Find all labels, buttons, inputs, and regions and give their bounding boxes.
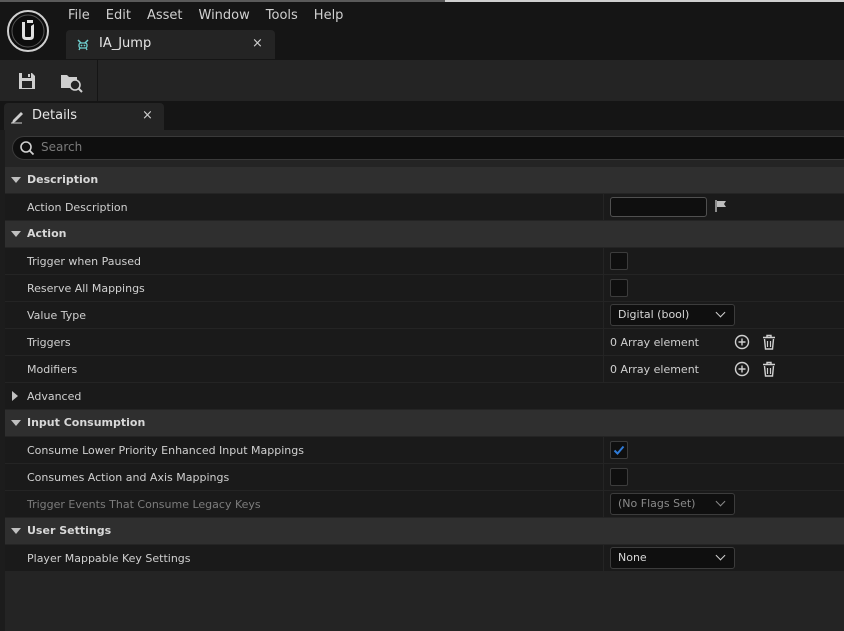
array-count: 0 Array element bbox=[610, 363, 699, 376]
expand-arrow-icon bbox=[11, 177, 21, 183]
reserve-all-mappings-checkbox[interactable] bbox=[610, 279, 628, 297]
property-modifiers: Modifiers 0 Array element bbox=[5, 356, 844, 382]
category-user-settings[interactable]: User Settings bbox=[5, 518, 844, 544]
property-trigger-events-legacy: Trigger Events That Consume Legacy Keys … bbox=[5, 491, 844, 517]
search-icon bbox=[20, 141, 35, 156]
category-input-consumption[interactable]: Input Consumption bbox=[5, 410, 844, 436]
menu-window[interactable]: Window bbox=[191, 6, 258, 26]
trigger-events-legacy-dropdown: (No Flags Set) bbox=[610, 493, 735, 515]
asset-tab[interactable]: IA_Jump × bbox=[66, 30, 275, 59]
column-separator bbox=[603, 248, 604, 274]
column-separator bbox=[603, 356, 604, 382]
add-icon[interactable] bbox=[733, 360, 751, 378]
column-separator bbox=[603, 302, 604, 328]
details-tab-close-icon[interactable]: × bbox=[142, 108, 153, 123]
toolbar-divider bbox=[97, 60, 98, 101]
property-label: Player Mappable Key Settings bbox=[27, 552, 191, 565]
browse-icon[interactable] bbox=[58, 68, 84, 94]
save-icon[interactable] bbox=[14, 68, 40, 94]
pencil-icon bbox=[11, 112, 23, 124]
category-label: Description bbox=[27, 173, 99, 186]
property-label: Consumes Action and Axis Mappings bbox=[27, 471, 230, 484]
details-tab-label: Details bbox=[32, 108, 78, 123]
flag-icon[interactable] bbox=[714, 199, 728, 213]
chevron-down-icon bbox=[715, 307, 726, 318]
column-separator bbox=[603, 329, 604, 355]
details-tab[interactable]: Details × bbox=[4, 103, 164, 130]
property-label: Action Description bbox=[27, 201, 128, 214]
menu-asset[interactable]: Asset bbox=[139, 6, 191, 26]
asset-toolbar bbox=[0, 60, 844, 101]
menu-tools[interactable]: Tools bbox=[258, 6, 306, 26]
menu-edit[interactable]: Edit bbox=[98, 6, 139, 26]
property-trigger-when-paused: Trigger when Paused bbox=[5, 248, 844, 274]
collapse-arrow-icon bbox=[12, 391, 18, 401]
input-action-icon bbox=[77, 39, 89, 51]
property-label: Advanced bbox=[27, 390, 82, 403]
trigger-when-paused-checkbox[interactable] bbox=[610, 252, 628, 270]
asset-tab-label: IA_Jump bbox=[99, 36, 152, 51]
property-reserve-all-mappings: Reserve All Mappings bbox=[5, 275, 844, 301]
property-player-mappable: Player Mappable Key Settings None bbox=[5, 545, 844, 571]
menu-help[interactable]: Help bbox=[306, 6, 352, 26]
checkmark-icon bbox=[613, 445, 625, 455]
value-type-dropdown[interactable]: Digital (bool) bbox=[610, 304, 735, 326]
column-separator bbox=[603, 437, 604, 463]
column-separator bbox=[603, 194, 604, 220]
property-label: Trigger when Paused bbox=[27, 255, 141, 268]
property-value-type: Value Type Digital (bool) bbox=[5, 302, 844, 328]
property-consume-lower-priority: Consume Lower Priority Enhanced Input Ma… bbox=[5, 437, 844, 463]
chevron-down-icon bbox=[715, 496, 726, 507]
property-consumes-action-axis: Consumes Action and Axis Mappings bbox=[5, 464, 844, 490]
player-mappable-dropdown[interactable]: None bbox=[610, 547, 735, 569]
property-label: Trigger Events That Consume Legacy Keys bbox=[27, 498, 261, 511]
property-action-description: Action Description bbox=[5, 194, 844, 220]
add-icon[interactable] bbox=[733, 333, 751, 351]
property-label: Modifiers bbox=[27, 363, 78, 376]
category-label: Input Consumption bbox=[27, 416, 146, 429]
column-separator bbox=[603, 464, 604, 490]
column-separator bbox=[603, 545, 604, 571]
category-action[interactable]: Action bbox=[5, 221, 844, 247]
property-label: Triggers bbox=[27, 336, 71, 349]
property-label: Consume Lower Priority Enhanced Input Ma… bbox=[27, 444, 304, 457]
expand-arrow-icon bbox=[11, 420, 21, 426]
category-label: Action bbox=[27, 227, 67, 240]
expand-arrow-icon bbox=[11, 231, 21, 237]
action-description-input[interactable] bbox=[610, 197, 707, 217]
dropdown-value: (No Flags Set) bbox=[618, 497, 696, 510]
menu-bar: File Edit Asset Window Tools Help bbox=[60, 6, 351, 26]
subcategory-advanced[interactable]: Advanced bbox=[5, 383, 844, 409]
chevron-down-icon bbox=[715, 550, 726, 561]
consume-lower-priority-checkbox[interactable] bbox=[610, 441, 628, 459]
column-separator bbox=[603, 491, 604, 517]
search-input[interactable] bbox=[41, 139, 821, 155]
category-label: User Settings bbox=[27, 524, 112, 537]
property-label: Value Type bbox=[27, 309, 86, 322]
category-description[interactable]: Description bbox=[5, 167, 844, 193]
unreal-logo-icon[interactable] bbox=[7, 10, 49, 52]
column-separator bbox=[603, 275, 604, 301]
property-triggers: Triggers 0 Array element bbox=[5, 329, 844, 355]
asset-tab-close-icon[interactable]: × bbox=[252, 36, 263, 51]
consumes-action-axis-checkbox[interactable] bbox=[610, 468, 628, 486]
trash-icon[interactable] bbox=[760, 333, 778, 351]
trash-icon[interactable] bbox=[760, 360, 778, 378]
dropdown-value: None bbox=[618, 551, 647, 564]
property-label: Reserve All Mappings bbox=[27, 282, 145, 295]
dropdown-value: Digital (bool) bbox=[618, 308, 690, 321]
expand-arrow-icon bbox=[11, 528, 21, 534]
array-count: 0 Array element bbox=[610, 336, 699, 349]
menu-file[interactable]: File bbox=[60, 6, 98, 26]
search-box[interactable] bbox=[12, 136, 844, 160]
